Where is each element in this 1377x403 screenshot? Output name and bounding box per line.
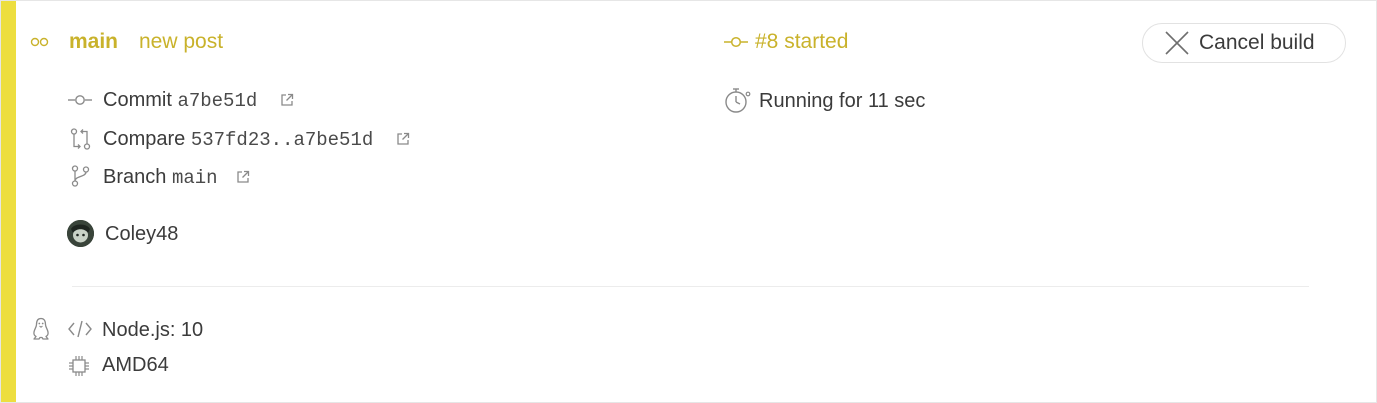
commit-sha: a7be51d [177, 90, 258, 112]
status-stripe [1, 1, 16, 402]
close-icon [1164, 30, 1190, 56]
double-circle-icon [30, 37, 49, 47]
branch-name: main [171, 167, 218, 189]
code-icon [68, 320, 92, 338]
cancel-build-label: Cancel build [1199, 31, 1315, 54]
compare-icon [70, 128, 92, 150]
commit-icon [68, 93, 92, 107]
external-link-icon[interactable] [280, 93, 294, 107]
cancel-build-button[interactable]: Cancel build [1142, 23, 1346, 63]
commit-row[interactable]: Commit a7be51d [103, 88, 257, 113]
section-divider [72, 286, 1309, 287]
commit-label: Commit [103, 89, 172, 111]
branch-row[interactable]: Branch main [103, 165, 218, 190]
cpu-icon [68, 355, 90, 377]
build-duration: Running for 11 sec [759, 90, 926, 112]
avatar [67, 220, 94, 247]
commit-message[interactable]: new post [139, 29, 223, 55]
external-link-icon[interactable] [236, 170, 250, 184]
branch-label: Branch [103, 166, 167, 188]
linux-icon [31, 317, 51, 341]
external-link-icon[interactable] [396, 132, 410, 146]
build-card: main new post #8 started Cancel build Co… [0, 0, 1377, 403]
author-name[interactable]: Coley48 [105, 222, 178, 246]
build-state[interactable]: #8 started [755, 29, 848, 55]
branch-icon [71, 165, 91, 187]
job-arch: AMD64 [102, 354, 169, 376]
compare-label: Compare [103, 128, 186, 150]
compare-range: 537fd23..a7be51d [190, 129, 374, 151]
stopwatch-icon [724, 87, 752, 115]
branch-name-title[interactable]: main [69, 29, 118, 55]
compare-row[interactable]: Compare 537fd23..a7be51d [103, 127, 373, 152]
commit-icon [724, 35, 748, 49]
job-language: Node.js: 10 [102, 319, 204, 341]
